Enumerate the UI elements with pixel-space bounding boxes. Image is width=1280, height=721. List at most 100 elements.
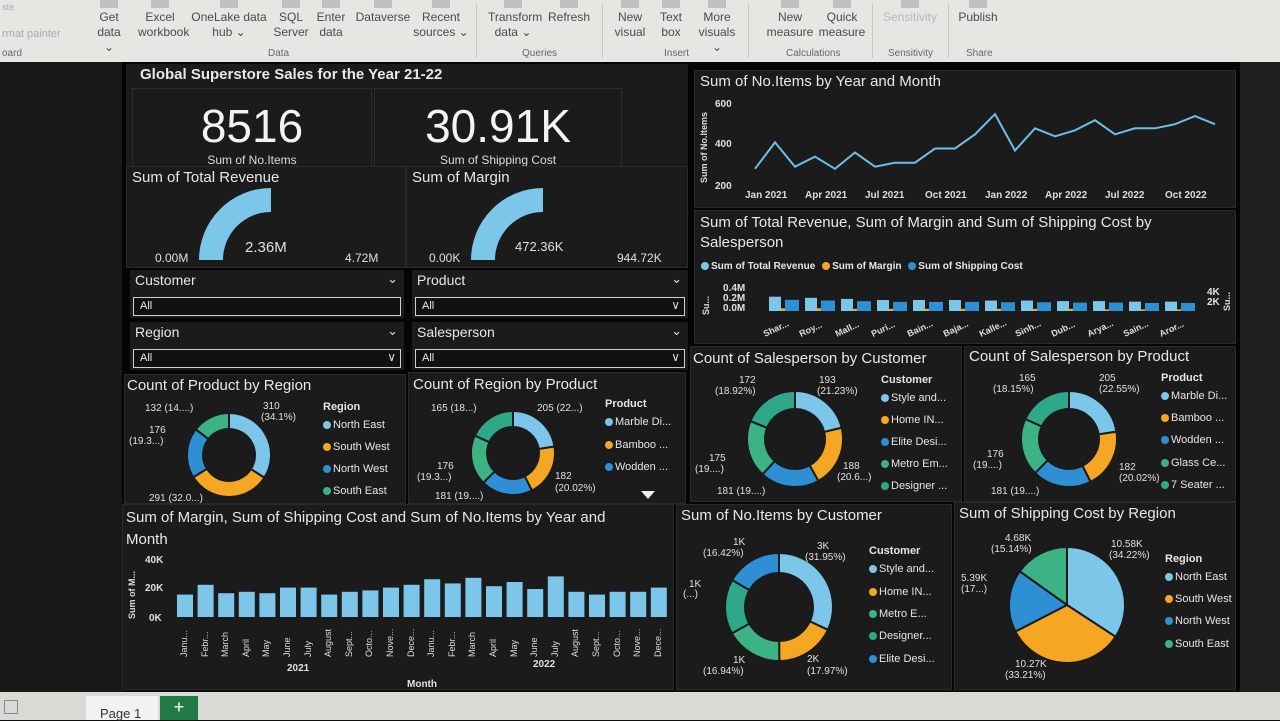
legend-item[interactable]: Bamboo ... [605,439,668,451]
slicer-salesperson-value: All [422,352,435,364]
legend-item[interactable]: Marble Di... [1161,390,1227,402]
chevron-down-icon[interactable]: ⌄ [671,323,682,339]
ribbon-button[interactable]: Get data ⌄ [92,0,126,55]
legend-dot [881,416,889,425]
ribbon-button[interactable]: Text box [656,0,686,40]
ribbon-button-sublabel: visual [614,25,646,39]
legend-scroll-down-icon[interactable] [641,491,655,499]
legend-item[interactable]: Designer ... [881,480,947,492]
cluster-chart-tile[interactable]: Sum of Total Revenue, Sum of Margin and … [694,210,1236,344]
legend-item[interactable]: North West [323,463,388,475]
ribbon-button[interactable]: New visual [612,0,648,40]
x-tick-label: Octo... [364,630,375,657]
donut-items-tile[interactable]: Sum of No.Items by Customer 1K (16.42%) … [676,504,952,690]
legend-item[interactable]: Home IN... [869,586,932,598]
slicer-product[interactable]: Product ⌄ All ∨ [412,270,688,318]
ribbon-button[interactable]: Excel workbook [138,0,189,40]
chevron-down-icon[interactable]: ⌄ [387,271,398,287]
slicer-customer[interactable]: Customer ⌄ All [130,270,404,318]
slicer-salesperson[interactable]: Salesperson ⌄ All ∨ [412,322,688,370]
legend-title: Region [323,401,361,413]
legend-item[interactable]: Bamboo ... [1161,412,1224,424]
legend-item[interactable]: South East [1165,638,1229,650]
data-label: 165 [1019,373,1036,384]
legend-item[interactable]: Style and... [869,563,934,575]
bar-shipping [893,301,907,311]
bar-shipping [821,300,835,311]
legend-item[interactable]: Elite Desi... [881,436,947,448]
gauge-revenue[interactable]: Sum of Total Revenue 0.00M 2.36M 4.72M [126,166,406,268]
legend-item[interactable]: Wodden ... [605,461,668,473]
legend-item[interactable]: North West [1165,615,1230,627]
chevron-down-icon[interactable]: ⌄ [387,323,398,339]
donut-sp-customer-tile[interactable]: Count of Salesperson by Customer 172 (18… [690,346,962,502]
format-painter-label[interactable]: rmat painter [2,28,61,40]
tab-page-1[interactable]: Page 1 [86,696,158,721]
legend-item[interactable]: Elite Desi... [869,653,935,665]
ribbon-button[interactable]: SQL Server [272,0,310,40]
bar [280,587,296,617]
gauge-margin[interactable]: Sum of Margin 0.00K 472.36K 944.72K [406,166,688,268]
legend-item[interactable]: North East [1165,571,1227,583]
chevron-down-icon[interactable]: ∨ [387,350,396,364]
kpi-tile: Global Superstore Sales for the Year 21-… [126,64,688,168]
legend-label: South East [333,485,387,497]
data-label: (20.6...) [837,472,872,483]
legend-item[interactable]: Wodden ... [1161,434,1224,446]
legend-label: Metro E... [879,608,927,620]
chevron-down-icon[interactable]: ∨ [671,298,680,312]
legend-label: Glass Ce... [1171,457,1226,469]
slicer-region-dropdown[interactable]: All ∨ [133,349,401,368]
legend-item[interactable]: Marble Di... [605,416,671,428]
x-tick-label: April [240,638,251,657]
ribbon-button[interactable]: Quick measure [818,0,866,40]
legend-item[interactable]: South West [1165,593,1232,605]
chevron-down-icon[interactable]: ⌄ [671,271,682,287]
donut-sp-product-tile[interactable]: Count of Salesperson by Product 165 (18.… [964,346,1236,502]
legend-item[interactable]: Home IN... [881,414,944,426]
slicer-salesperson-dropdown[interactable]: All ∨ [415,349,685,368]
ribbon-button[interactable]: Enter data [310,0,352,40]
gauge-revenue-value: 2.36M [245,239,287,256]
bar-revenue [1129,301,1141,311]
legend-item[interactable]: South West [323,441,390,453]
x-tick-label: Jul 2021 [865,190,905,201]
ribbon-button[interactable]: Publish [954,0,1002,25]
line-chart-tile[interactable]: Sum of No.Items by Year and Month Sum of… [694,70,1236,208]
legend-item[interactable]: 7 Seater ... [1161,479,1225,491]
ribbon-button[interactable]: OneLake data hub ⌄ [190,0,268,40]
data-label: 181 (19....) [717,486,766,497]
donut-region-tile[interactable]: Count of Product by Region 132 (14....) … [124,374,406,504]
slicer-region-label: Region [135,324,180,340]
legend-item[interactable]: North East [323,419,385,431]
slicer-region[interactable]: Region ⌄ All ∨ [130,322,404,370]
legend-item[interactable]: Designer... [869,630,932,642]
legend-item[interactable]: South East [323,485,387,497]
x-tick-label: Bain... [906,318,935,338]
monthly-bar-tile[interactable]: Sum of Margin, Sum of Shipping Cost and … [122,504,674,690]
bar [197,584,214,617]
ribbon-button[interactable]: New measure [760,0,820,40]
legend-item[interactable]: Metro E... [869,608,927,620]
card-shipping[interactable]: 30.91K Sum of Shipping Cost [374,88,622,168]
slicer-customer-dropdown[interactable]: All [133,297,401,316]
page-nav-icon[interactable] [4,700,18,714]
legend-item[interactable]: Metro Em... [881,458,948,470]
ribbon-button-label: Sensitivity [882,10,938,24]
ribbon-button[interactable]: Recent sources ⌄ [412,0,470,40]
chevron-down-icon[interactable]: ∨ [671,350,680,364]
add-page-button[interactable]: + [160,696,198,720]
legend-dot [881,438,889,447]
pie-ship-tile[interactable]: Sum of Shipping Cost by Region 4.68K (15… [954,502,1236,690]
card-items[interactable]: 8516 Sum of No.Items [132,88,372,168]
slicer-product-dropdown[interactable]: All ∨ [415,297,685,316]
legend-item[interactable]: Glass Ce... [1161,457,1225,469]
legend-label: Elite Desi... [879,653,935,665]
ribbon-button[interactable]: Refresh [544,0,594,25]
ribbon-button[interactable]: More visuals ⌄ [694,0,740,55]
ribbon-button[interactable]: Dataverse [352,0,414,25]
legend-item[interactable]: Style and... [881,392,946,404]
donut-product-tile[interactable]: Count of Region by Product 165 (18...) 2… [408,372,686,504]
ribbon-button[interactable]: Sensitivity [878,0,942,25]
ribbon-button[interactable]: Transform data ⌄ [488,0,542,40]
